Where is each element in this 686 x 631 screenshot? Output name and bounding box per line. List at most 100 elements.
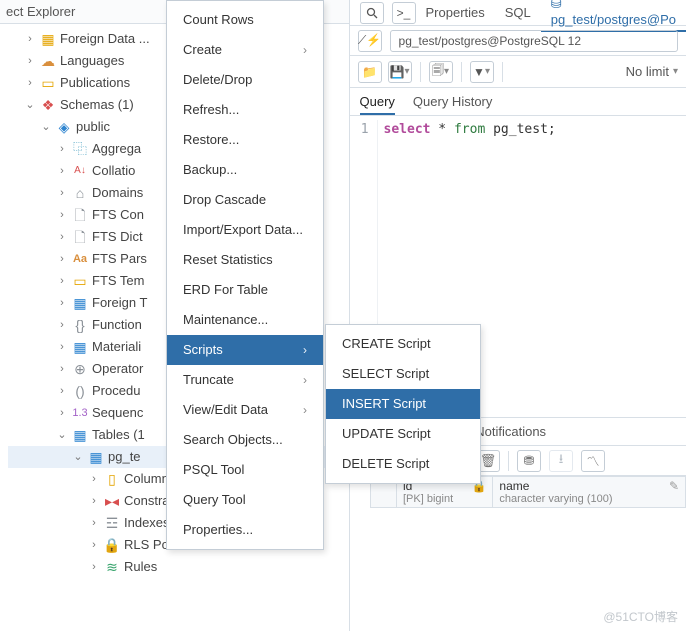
search-button[interactable] xyxy=(360,2,384,24)
foreign-table-icon: ▦ xyxy=(72,295,88,311)
tree-label: Domains xyxy=(92,182,143,204)
tree-label: FTS Tem xyxy=(92,270,145,292)
table-icon: ▦ xyxy=(88,449,104,465)
connection-picker[interactable]: pg_test/postgres@PostgreSQL 12 xyxy=(390,30,678,52)
col-name[interactable]: name✎ character varying (100) xyxy=(493,477,686,508)
query-subtabs: Query Query History xyxy=(350,88,686,116)
tree-label: pg_te xyxy=(108,446,141,468)
publication-icon: ▭ xyxy=(40,75,56,91)
graph-button[interactable]: 〽 xyxy=(581,450,605,472)
ctx-search-objects[interactable]: Search Objects... xyxy=(167,425,323,455)
collation-icon: A↓ xyxy=(72,163,88,179)
ctx-import-export[interactable]: Import/Export Data... xyxy=(167,215,323,245)
ctx-script-update[interactable]: UPDATE Script xyxy=(326,419,480,449)
top-tabs: >_ Properties SQL ⛁ pg_test/postgres@Po xyxy=(350,0,686,26)
tree-label: public xyxy=(76,116,110,138)
tree-label: Foreign Data ... xyxy=(60,28,150,50)
indexes-icon: ☲ xyxy=(104,515,120,531)
tree-rules[interactable]: ›≋Rules xyxy=(8,556,349,578)
fts-template-icon: ▭ xyxy=(72,273,88,289)
fts-config-icon: 🗋 xyxy=(72,207,88,223)
object-explorer: ect Explorer ›▦Foreign Data ... ›☁Langua… xyxy=(0,0,350,631)
ctx-backup[interactable]: Backup... xyxy=(167,155,323,185)
tree-label: Tables (1 xyxy=(92,424,145,446)
tab-properties[interactable]: Properties xyxy=(416,2,495,23)
ctx-restore[interactable]: Restore... xyxy=(167,125,323,155)
language-icon: ☁ xyxy=(40,53,56,69)
ctx-refresh[interactable]: Refresh... xyxy=(167,95,323,125)
aggregate-icon: ⿻ xyxy=(72,141,88,157)
tree-label: FTS Pars xyxy=(92,248,147,270)
subtab-history[interactable]: Query History xyxy=(413,94,492,115)
domain-icon: ⌂ xyxy=(72,185,88,201)
filter-button[interactable]: ▼▾ xyxy=(470,61,494,83)
operator-icon: ⊕ xyxy=(72,361,88,377)
ctx-drop-cascade[interactable]: Drop Cascade xyxy=(167,185,323,215)
chevron-right-icon: › xyxy=(303,339,307,361)
columns-icon: ▯ xyxy=(104,471,120,487)
row-limit-select[interactable]: No limit▾ xyxy=(626,64,678,79)
save-results-button[interactable]: ⛃ xyxy=(517,450,541,472)
edit-icon: ✎ xyxy=(669,479,679,493)
tree-label: Function xyxy=(92,314,142,336)
tree-label: Schemas (1) xyxy=(60,94,134,116)
ctx-script-insert[interactable]: INSERT Script xyxy=(326,389,480,419)
save-button[interactable]: 💾▾ xyxy=(388,61,412,83)
tables-icon: ▦ xyxy=(72,427,88,443)
results-tab-notifications[interactable]: Notifications xyxy=(475,424,546,439)
terminal-button[interactable]: >_ xyxy=(392,2,416,24)
ctx-maintenance[interactable]: Maintenance... xyxy=(167,305,323,335)
materialized-icon: ▦ xyxy=(72,339,88,355)
wrapper-icon: ▦ xyxy=(40,31,56,47)
ctx-script-create[interactable]: CREATE Script xyxy=(326,329,480,359)
chevron-right-icon: › xyxy=(303,39,307,61)
context-submenu-scripts: CREATE Script SELECT Script INSERT Scrip… xyxy=(325,324,481,484)
ctx-scripts[interactable]: Scripts› xyxy=(167,335,323,365)
procedure-icon: () xyxy=(72,383,88,399)
rls-icon: 🔒 xyxy=(104,537,120,553)
ctx-query-tool[interactable]: Query Tool xyxy=(167,485,323,515)
ctx-script-select[interactable]: SELECT Script xyxy=(326,359,480,389)
tab-label: pg_test/postgres@Po xyxy=(551,12,676,27)
tree-label: FTS Con xyxy=(92,204,144,226)
tree-label: Sequenc xyxy=(92,402,143,424)
query-toolbar: 📁 💾▾ 🗐▾ ▼▾ No limit▾ xyxy=(350,56,686,88)
constraints-icon: ▸◂ xyxy=(104,493,120,509)
ctx-psql-tool[interactable]: PSQL Tool xyxy=(167,455,323,485)
tree-label: Publications xyxy=(60,72,130,94)
tab-sql[interactable]: SQL xyxy=(495,2,541,23)
ctx-truncate[interactable]: Truncate› xyxy=(167,365,323,395)
ctx-count-rows[interactable]: Count Rows xyxy=(167,5,323,35)
ctx-properties[interactable]: Properties... xyxy=(167,515,323,545)
ctx-create[interactable]: Create› xyxy=(167,35,323,65)
ctx-delete-drop[interactable]: Delete/Drop xyxy=(167,65,323,95)
schema-public-icon: ◈ xyxy=(56,119,72,135)
schema-icon: ❖ xyxy=(40,97,56,113)
rules-icon: ≋ xyxy=(104,559,120,575)
tree-label: Languages xyxy=(60,50,124,72)
ctx-erd[interactable]: ERD For Table xyxy=(167,275,323,305)
ctx-reset-stats[interactable]: Reset Statistics xyxy=(167,245,323,275)
watermark: @51CTO博客 xyxy=(603,608,678,625)
tree-label: Foreign T xyxy=(92,292,147,314)
tree-label: Materiali xyxy=(92,336,141,358)
tree-label: Rules xyxy=(124,556,157,578)
copy-button[interactable]: 🗐▾ xyxy=(429,61,453,83)
tree-label: Procedu xyxy=(92,380,140,402)
disconnect-button[interactable]: ⟋⚡ xyxy=(358,30,382,52)
ctx-script-delete[interactable]: DELETE Script xyxy=(326,449,480,479)
tree-label: Collatio xyxy=(92,160,135,182)
subtab-query[interactable]: Query xyxy=(360,94,395,115)
fts-parser-icon: Aa xyxy=(72,251,88,267)
download-button[interactable]: ⭳ xyxy=(549,450,573,472)
tree-label: Operator xyxy=(92,358,143,380)
ctx-view-edit[interactable]: View/Edit Data› xyxy=(167,395,323,425)
tree-label: Aggrega xyxy=(92,138,141,160)
context-menu: Count Rows Create› Delete/Drop Refresh..… xyxy=(166,0,324,550)
chevron-right-icon: › xyxy=(303,369,307,391)
chevron-right-icon: › xyxy=(303,399,307,421)
tree-label: FTS Dict xyxy=(92,226,143,248)
database-icon: ⛁ xyxy=(551,0,562,11)
open-button[interactable]: 📁 xyxy=(358,61,382,83)
tree-label: Indexes xyxy=(124,512,170,534)
